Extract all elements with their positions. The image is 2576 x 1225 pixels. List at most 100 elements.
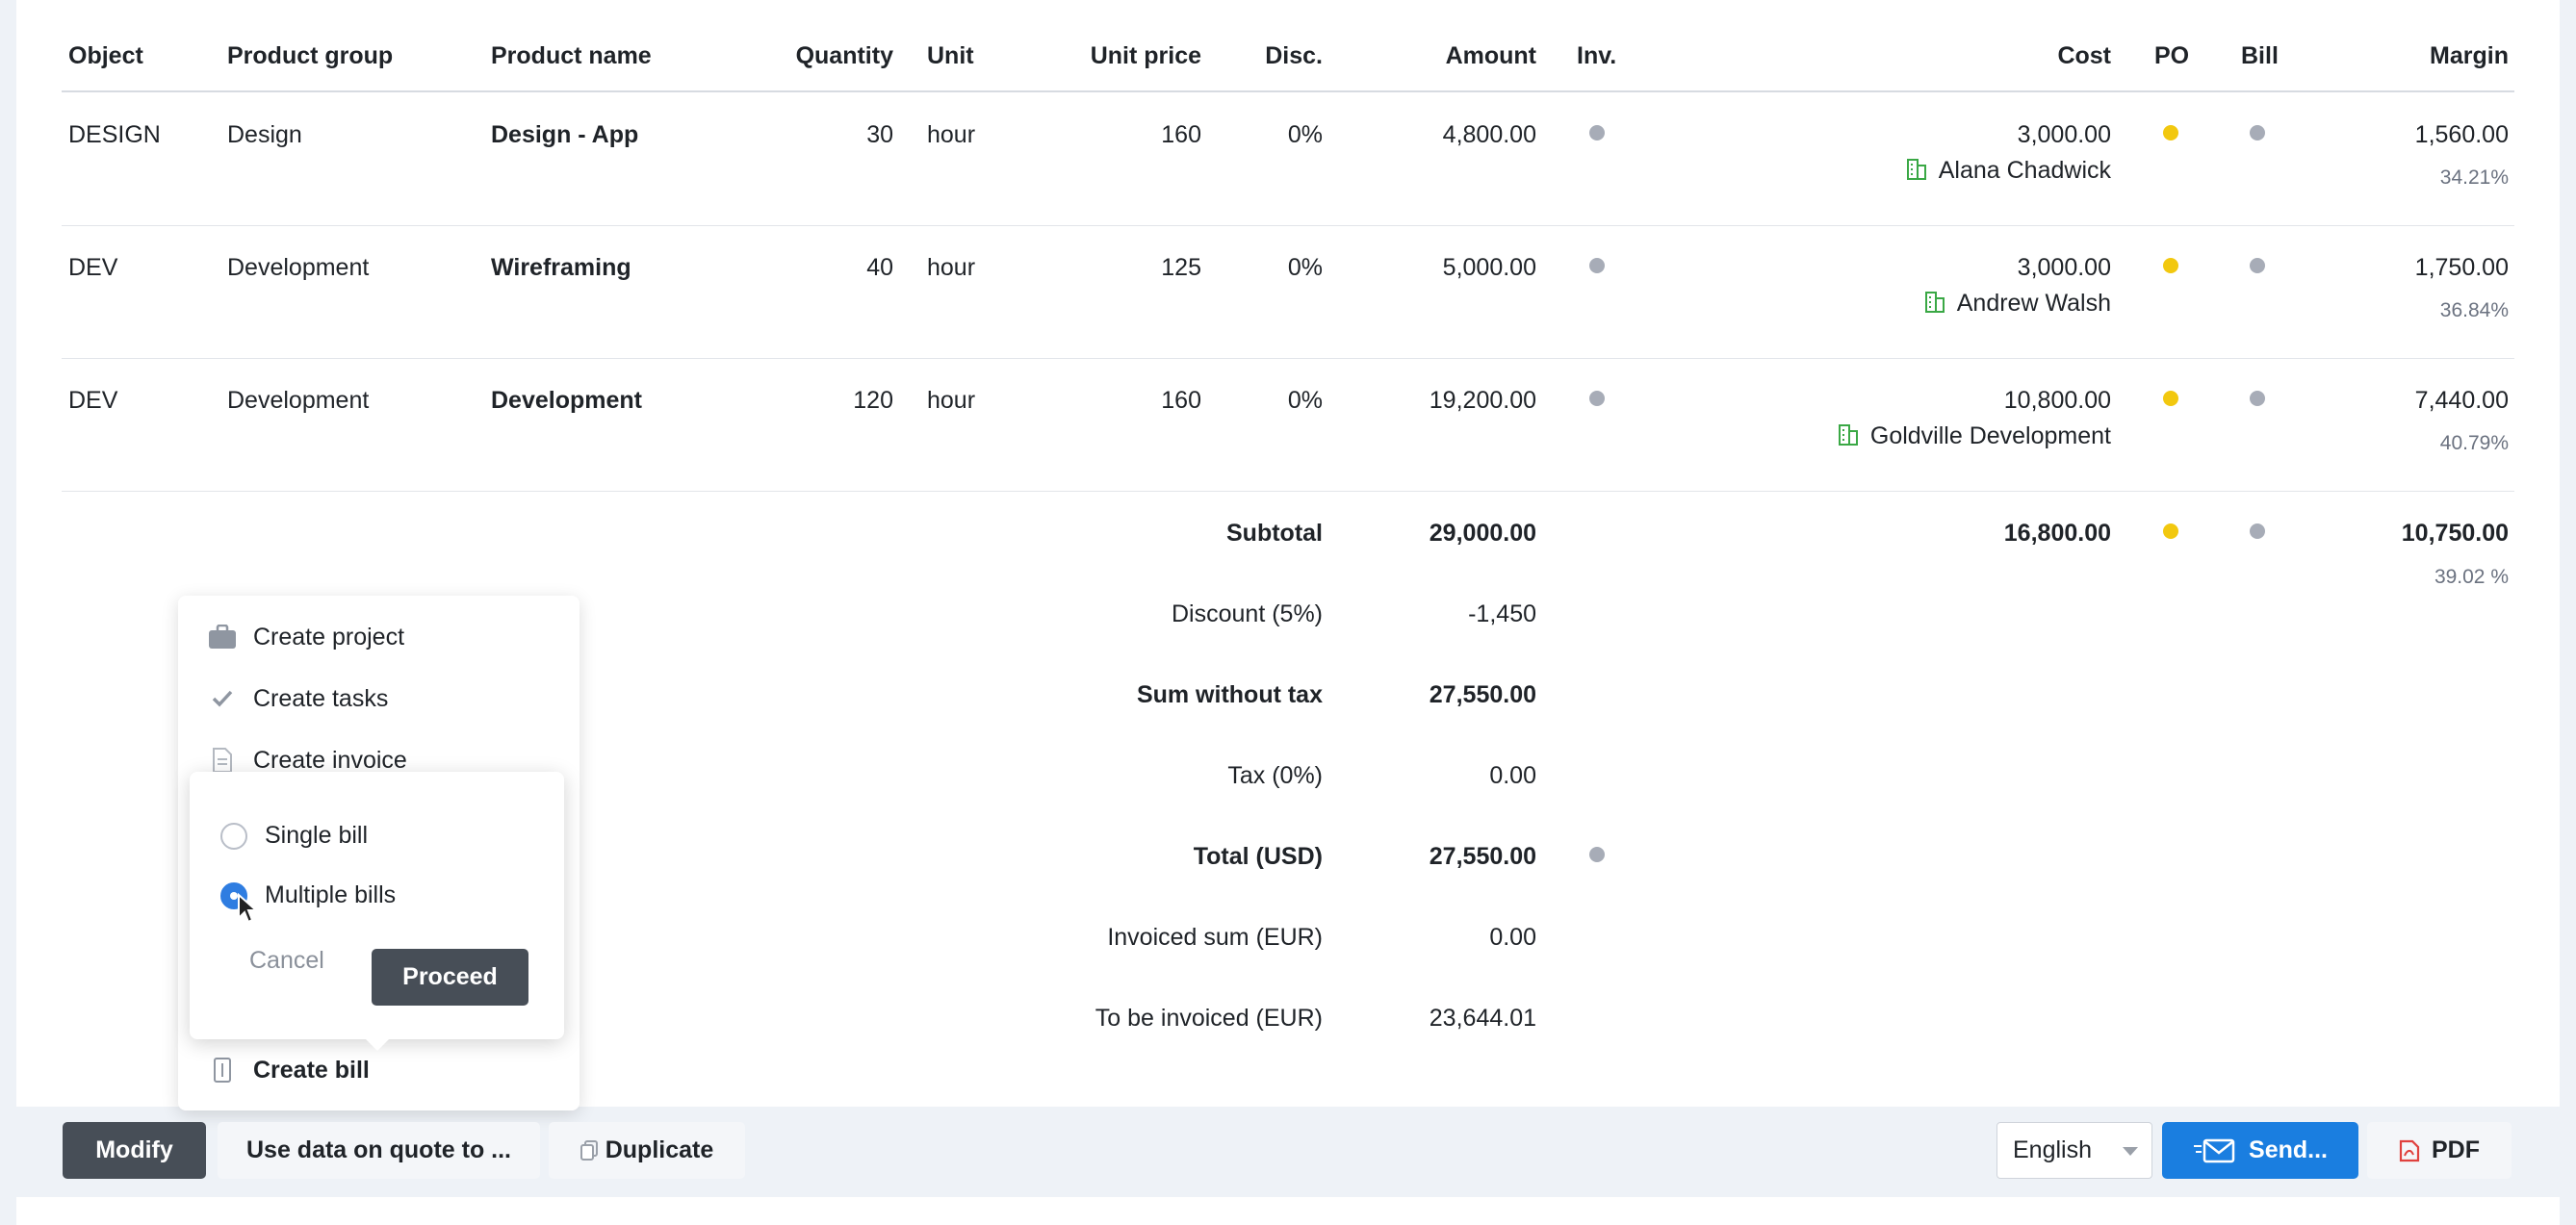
row-margin-percent: 34.21% <box>2439 166 2509 189</box>
row-amount: 19,200.00 <box>1429 387 1536 414</box>
send-button[interactable]: Send... <box>2162 1122 2358 1179</box>
margin-total-percent: 39.02 % <box>2434 566 2509 588</box>
pdf-button[interactable]: PDF <box>2367 1122 2512 1179</box>
row-vendor[interactable]: Andrew Walsh <box>1781 291 2111 319</box>
row-vendor[interactable]: Goldville Development <box>1733 423 2111 451</box>
menu-item-create-invoice[interactable]: Create invoice <box>207 746 407 775</box>
single-bill-option[interactable]: Single bill <box>220 822 368 850</box>
pdf-label: PDF <box>2432 1136 2480 1163</box>
col-header-amount: Amount <box>1445 42 1536 69</box>
duplicate-label: Duplicate <box>605 1136 714 1163</box>
col-header-unit-price: Unit price <box>1090 42 1201 69</box>
row-quantity: 30 <box>866 121 893 148</box>
menu-item-create-tasks[interactable]: Create tasks <box>207 684 388 713</box>
building-icon <box>1906 158 1927 186</box>
sum-without-tax-value: 27,550.00 <box>1429 681 1536 708</box>
bill-status-dot <box>2250 125 2265 140</box>
row-object: DESIGN <box>68 121 161 148</box>
col-header-inv: Inv. <box>1577 42 1617 69</box>
discount-label: Discount (5%) <box>1172 600 1323 627</box>
row-unit: hour <box>927 121 976 148</box>
language-select[interactable]: English <box>1996 1122 2152 1179</box>
row-disc: 0% <box>1287 121 1323 148</box>
mouse-cursor-icon <box>237 892 260 932</box>
copy-icon <box>580 1139 598 1161</box>
row-product-group: Development <box>227 387 370 414</box>
single-bill-radio[interactable] <box>220 822 247 850</box>
multiple-bills-label: Multiple bills <box>265 881 397 908</box>
row-amount: 5,000.00 <box>1442 254 1536 281</box>
checkmark-icon <box>207 684 238 713</box>
invoiced-sum-value: 0.00 <box>1489 924 1536 951</box>
tax-label: Tax (0%) <box>1227 762 1323 789</box>
cost-total: 16,800.00 <box>2003 520 2111 547</box>
col-header-quantity: Quantity <box>795 42 893 69</box>
row-product-name: Development <box>491 387 642 414</box>
row-product-group: Design <box>227 121 302 148</box>
menu-item-label: Create invoice <box>253 746 407 774</box>
menu-item-label: Create project <box>253 623 405 651</box>
cancel-button[interactable]: Cancel <box>249 947 324 975</box>
row-cost: 10,800.00 <box>2003 387 2111 414</box>
invoiced-sum-label: Invoiced sum (EUR) <box>1107 924 1323 951</box>
invoice-total-dot <box>1589 847 1605 862</box>
row-amount: 4,800.00 <box>1442 121 1536 148</box>
total-label: Total (USD) <box>1193 843 1323 870</box>
document-icon <box>207 746 238 775</box>
row-margin: 1,560.00 <box>2414 121 2509 148</box>
proceed-button[interactable]: Proceed <box>372 949 528 1006</box>
row-cost: 3,000.00 <box>2017 121 2111 148</box>
row-object: DEV <box>68 387 118 414</box>
bill-total-dot <box>2250 523 2265 539</box>
modify-button[interactable]: Modify <box>63 1122 206 1179</box>
row-margin: 1,750.00 <box>2414 254 2509 281</box>
row-object: DEV <box>68 254 118 281</box>
row-divider <box>62 225 2514 226</box>
menu-item-create-project[interactable]: Create project <box>207 623 404 651</box>
bill-icon <box>207 1056 238 1085</box>
row-quantity: 120 <box>853 387 893 414</box>
tax-value: 0.00 <box>1489 762 1536 789</box>
sum-without-tax-label: Sum without tax <box>1136 681 1323 708</box>
row-unit: hour <box>927 254 976 281</box>
col-header-margin: Margin <box>2430 42 2509 69</box>
subtotal-label: Subtotal <box>1226 520 1323 547</box>
duplicate-button[interactable]: Duplicate <box>549 1122 745 1179</box>
to-be-invoiced-label: To be invoiced (EUR) <box>1095 1005 1323 1032</box>
col-header-object: Object <box>68 42 143 69</box>
row-margin: 7,440.00 <box>2414 387 2509 414</box>
row-product-name: Design - App <box>491 121 639 148</box>
chevron-down-icon <box>2123 1147 2138 1156</box>
vendor-name: Andrew Walsh <box>1956 290 2111 318</box>
building-icon <box>1838 423 1859 451</box>
use-data-button[interactable]: Use data on quote to ... <box>218 1122 540 1179</box>
margin-total: 10,750.00 <box>2401 520 2509 547</box>
row-divider <box>62 358 2514 359</box>
menu-item-create-bill[interactable]: Create bill <box>207 1056 370 1085</box>
invoice-status-dot <box>1589 391 1605 406</box>
invoice-status-dot <box>1589 125 1605 140</box>
popover-arrow <box>364 1037 391 1051</box>
invoice-status-dot <box>1589 258 1605 273</box>
po-status-dot <box>2163 391 2178 406</box>
vendor-name: Goldville Development <box>1869 422 2111 450</box>
subtotal-value: 29,000.00 <box>1429 520 1536 547</box>
lower-panel <box>16 1197 2560 1225</box>
row-margin-percent: 40.79% <box>2439 432 2509 454</box>
row-vendor[interactable]: Alana Chadwick <box>1781 158 2111 186</box>
row-unit-price: 160 <box>1161 387 1201 414</box>
col-header-po: PO <box>2154 42 2190 69</box>
envelope-icon <box>2193 1138 2235 1163</box>
bill-status-dot <box>2250 258 2265 273</box>
row-margin-percent: 36.84% <box>2439 299 2509 321</box>
language-value: English <box>2013 1136 2092 1163</box>
row-divider <box>62 491 2514 492</box>
menu-item-label: Create bill <box>253 1056 370 1084</box>
pdf-file-icon <box>2399 1139 2420 1162</box>
row-unit: hour <box>927 387 976 414</box>
col-header-product-group: Product group <box>227 42 394 69</box>
row-cost: 3,000.00 <box>2017 254 2111 281</box>
row-disc: 0% <box>1287 254 1323 281</box>
send-label: Send... <box>2249 1136 2328 1163</box>
row-product-name: Wireframing <box>491 254 631 281</box>
